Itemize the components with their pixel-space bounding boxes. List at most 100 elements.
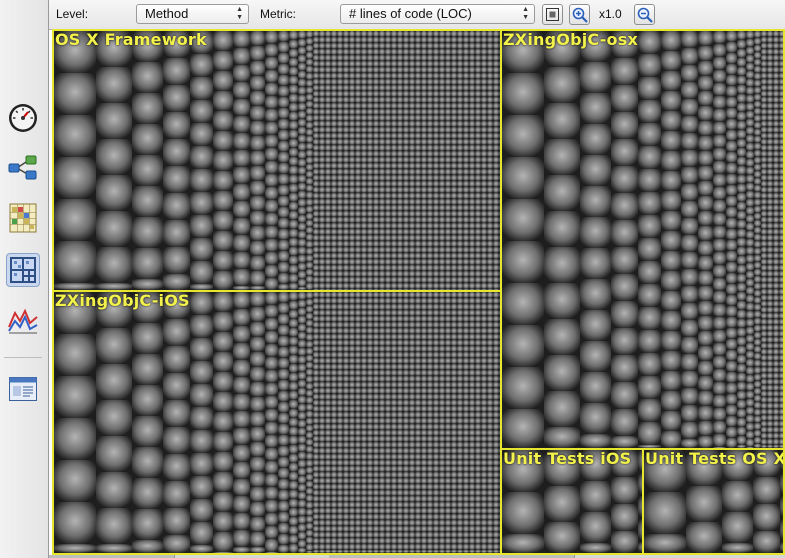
- treemap-leaf: [493, 241, 499, 247]
- treemap-leaf: [754, 206, 761, 213]
- treemap-leaf: [773, 295, 779, 301]
- treemap-leaf: [349, 292, 355, 298]
- treemap-leaf: [379, 292, 385, 298]
- treemap-leaf: [457, 133, 463, 139]
- treemap-leaf: [313, 316, 319, 322]
- treemap-leaf: [250, 427, 265, 442]
- treemap-leaf: [445, 271, 451, 277]
- treemap-leaf: [439, 298, 445, 304]
- treemap-leaf: [773, 73, 779, 79]
- treemap-leaf: [779, 133, 783, 139]
- treemap-leaf: [289, 328, 298, 337]
- metrics-treemap-button[interactable]: [6, 253, 40, 287]
- treemap-leaf: [385, 115, 391, 121]
- treemap-leaf: [379, 73, 385, 79]
- treemap-cell-zxingobjc-ios[interactable]: ZXingObjC-iOS: [52, 290, 502, 555]
- treemap-leaf: [445, 241, 451, 247]
- treemap-leaf: [779, 109, 783, 115]
- fit-to-window-button[interactable]: [542, 4, 563, 25]
- treemap-leaf: [233, 326, 250, 343]
- treemap-leaf: [698, 121, 713, 136]
- treemap-leaf: [325, 292, 331, 298]
- treemap-leaf: [343, 235, 349, 241]
- treemap-leaf: [726, 394, 737, 405]
- treemap-leaf: [487, 334, 493, 340]
- treemap-leaf: [421, 259, 427, 265]
- treemap-leaf: [698, 61, 713, 76]
- trend-chart-button[interactable]: [6, 302, 40, 336]
- treemap-leaf: [373, 199, 379, 205]
- treemap-leaf: [415, 43, 421, 49]
- treemap-leaf: [331, 223, 337, 229]
- treemap-leaf: [319, 532, 325, 538]
- treemap-leaf: [355, 400, 361, 406]
- treemap-leaf: [325, 211, 331, 217]
- treemap-leaf: [349, 265, 355, 271]
- treemap-leaf: [373, 310, 379, 316]
- treemap-leaf: [306, 157, 313, 164]
- treemap-leaf: [451, 316, 457, 322]
- treemap-leaf: [445, 442, 451, 448]
- treemap-leaf: [767, 169, 773, 175]
- metric-select[interactable]: # lines of code (LOC) ▲ ▼: [340, 4, 535, 24]
- treemap-leaf: [298, 332, 306, 340]
- treemap-leaf: [469, 508, 475, 514]
- treemap-cell-unit-tests-ios[interactable]: Unit Tests iOS: [500, 448, 644, 555]
- treemap-leaf: [767, 37, 773, 43]
- treemap-leaf: [481, 235, 487, 241]
- treemap-leaf: [773, 181, 779, 187]
- treemap-leaf: [779, 259, 783, 265]
- treemap-leaf: [475, 508, 481, 514]
- treemap-leaf: [773, 289, 779, 295]
- treemap-leaf: [433, 538, 439, 544]
- metrics-treemap[interactable]: OS X Framework ZXingObjC-iOS ZXingObjC-o…: [52, 29, 785, 555]
- treemap-leaf: [463, 217, 469, 223]
- treemap-leaf: [250, 292, 265, 307]
- treemap-leaf: [502, 534, 544, 553]
- treemap-leaf: [397, 406, 403, 412]
- treemap-leaf: [779, 175, 783, 181]
- treemap-leaf: [746, 303, 754, 311]
- treemap-leaf: [319, 79, 325, 85]
- level-select[interactable]: Method ▲ ▼: [136, 4, 249, 24]
- select-arrows-icon: ▲ ▼: [236, 6, 243, 21]
- dependency-graph-button[interactable]: [6, 150, 40, 184]
- treemap-leaf: [746, 223, 754, 231]
- treemap-leaf: [319, 376, 325, 382]
- treemap-leaf: [427, 229, 433, 235]
- zoom-out-button[interactable]: [634, 4, 655, 25]
- treemap-leaf: [325, 151, 331, 157]
- treemap-leaf: [298, 271, 306, 279]
- treemap-leaf: [439, 271, 445, 277]
- dashboard-button[interactable]: [6, 101, 40, 135]
- treemap-leaf: [779, 115, 783, 121]
- treemap-cell-unit-tests-os-x[interactable]: Unit Tests OS X: [642, 448, 785, 555]
- treemap-leaf: [337, 265, 343, 271]
- treemap-leaf: [337, 241, 343, 247]
- treemap-leaf: [502, 241, 544, 283]
- treemap-cell-zxingobjc-osx[interactable]: ZXingObjC-osx: [500, 29, 785, 450]
- treemap-leaf: [415, 526, 421, 532]
- treemap-leaf: [779, 121, 783, 127]
- treemap-leaf: [379, 532, 385, 538]
- treemap-leaf: [349, 502, 355, 508]
- treemap-cell-os-x-framework[interactable]: OS X Framework: [52, 29, 502, 292]
- treemap-leaf: [726, 130, 737, 141]
- treemap-leaf: [737, 112, 746, 121]
- treemap-leaf: [421, 133, 427, 139]
- treemap-leaf: [737, 31, 746, 40]
- treemap-leaf: [487, 67, 493, 73]
- treemap-leaf: [278, 457, 289, 468]
- treemap-leaf: [403, 424, 409, 430]
- treemap-leaf: [439, 79, 445, 85]
- treemap-leaf: [481, 358, 487, 364]
- treemap-leaf: [306, 383, 313, 390]
- report-button[interactable]: [6, 372, 40, 406]
- treemap-leaf: [373, 496, 379, 502]
- treemap-leaf: [361, 265, 367, 271]
- treemap-leaf: [433, 229, 439, 235]
- zoom-in-button[interactable]: [569, 4, 590, 25]
- treemap-leaf: [457, 394, 463, 400]
- treemap-leaf: [746, 55, 754, 63]
- dependency-matrix-button[interactable]: [6, 201, 40, 235]
